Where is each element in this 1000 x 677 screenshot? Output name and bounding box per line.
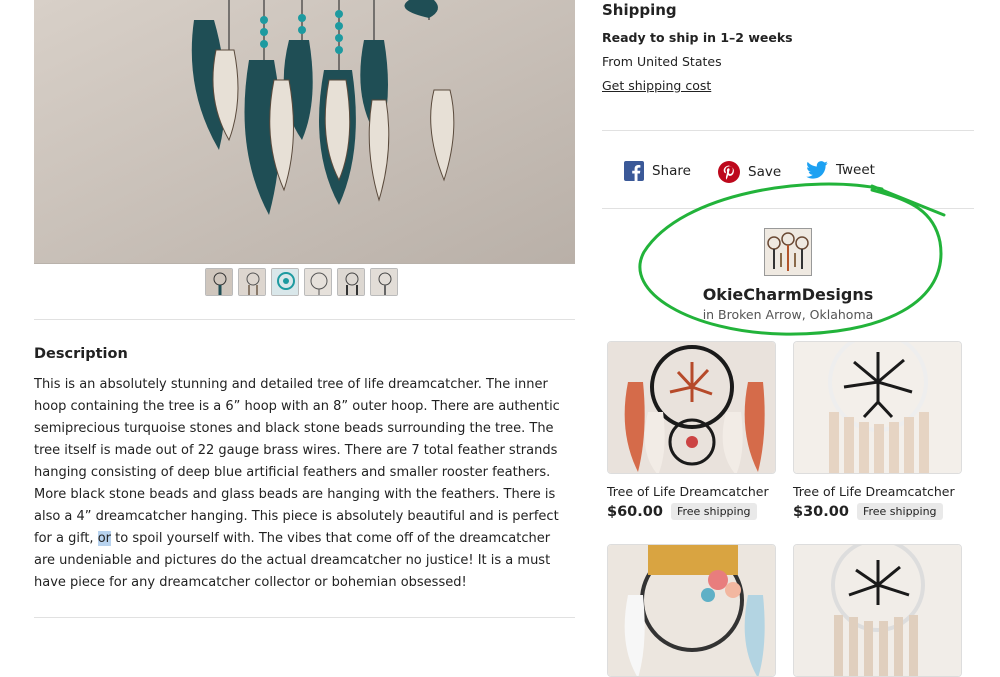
- share-button[interactable]: Share: [624, 161, 691, 181]
- thumbnail-1[interactable]: [205, 268, 233, 296]
- thumbnail-4[interactable]: [304, 268, 332, 296]
- pinterest-icon: [718, 161, 740, 183]
- save-button[interactable]: Save: [718, 161, 781, 183]
- section-divider: [602, 130, 974, 131]
- listing-price: $30.00: [793, 503, 849, 520]
- listing-card[interactable]: [607, 544, 777, 677]
- facebook-icon: [624, 161, 644, 181]
- description-heading: Description: [34, 346, 128, 362]
- listing-image[interactable]: [793, 341, 962, 474]
- get-shipping-cost-link[interactable]: Get shipping cost: [602, 78, 711, 93]
- dreamcatcher-photo: [794, 545, 961, 676]
- tweet-button[interactable]: Tweet: [806, 161, 875, 179]
- listing-image[interactable]: [607, 544, 776, 677]
- free-shipping-badge: Free shipping: [856, 503, 943, 520]
- ship-origin: From United States: [602, 54, 722, 69]
- listing-card[interactable]: Tree of Life Dreamcatcher $60.00 Free sh…: [607, 341, 777, 520]
- dreamcatcher-photo: [34, 0, 575, 263]
- dreamcatcher-photo: [608, 545, 775, 676]
- listing-price: $60.00: [607, 503, 663, 520]
- listing-title[interactable]: Tree of Life Dreamcatcher: [793, 484, 963, 499]
- listing-image[interactable]: [607, 341, 776, 474]
- thumbnail-strip: [205, 268, 398, 296]
- dreamcatcher-photo: [608, 342, 775, 473]
- main-product-image[interactable]: [34, 0, 575, 264]
- free-shipping-badge: Free shipping: [670, 503, 757, 520]
- listing-card[interactable]: Tree of Life Dreamcatcher $30.00 Free sh…: [793, 341, 963, 520]
- dreamcatcher-photo: [794, 342, 961, 473]
- section-divider: [34, 617, 575, 618]
- thumbnail-6[interactable]: [370, 268, 398, 296]
- thumbnail-2[interactable]: [238, 268, 266, 296]
- twitter-icon: [806, 161, 828, 179]
- thumbnail-5[interactable]: [337, 268, 365, 296]
- ship-time: Ready to ship in 1–2 weeks: [602, 30, 793, 45]
- listing-card[interactable]: [793, 544, 963, 677]
- listing-image[interactable]: [793, 544, 962, 677]
- selected-text: or: [97, 531, 111, 546]
- listing-title[interactable]: Tree of Life Dreamcatcher: [607, 484, 777, 499]
- description-text: This is an absolutely stunning and detai…: [34, 377, 560, 590]
- shipping-heading: Shipping: [602, 1, 677, 19]
- thumbnail-3[interactable]: [271, 268, 299, 296]
- section-divider: [34, 319, 575, 320]
- annotation-circle: [638, 182, 946, 336]
